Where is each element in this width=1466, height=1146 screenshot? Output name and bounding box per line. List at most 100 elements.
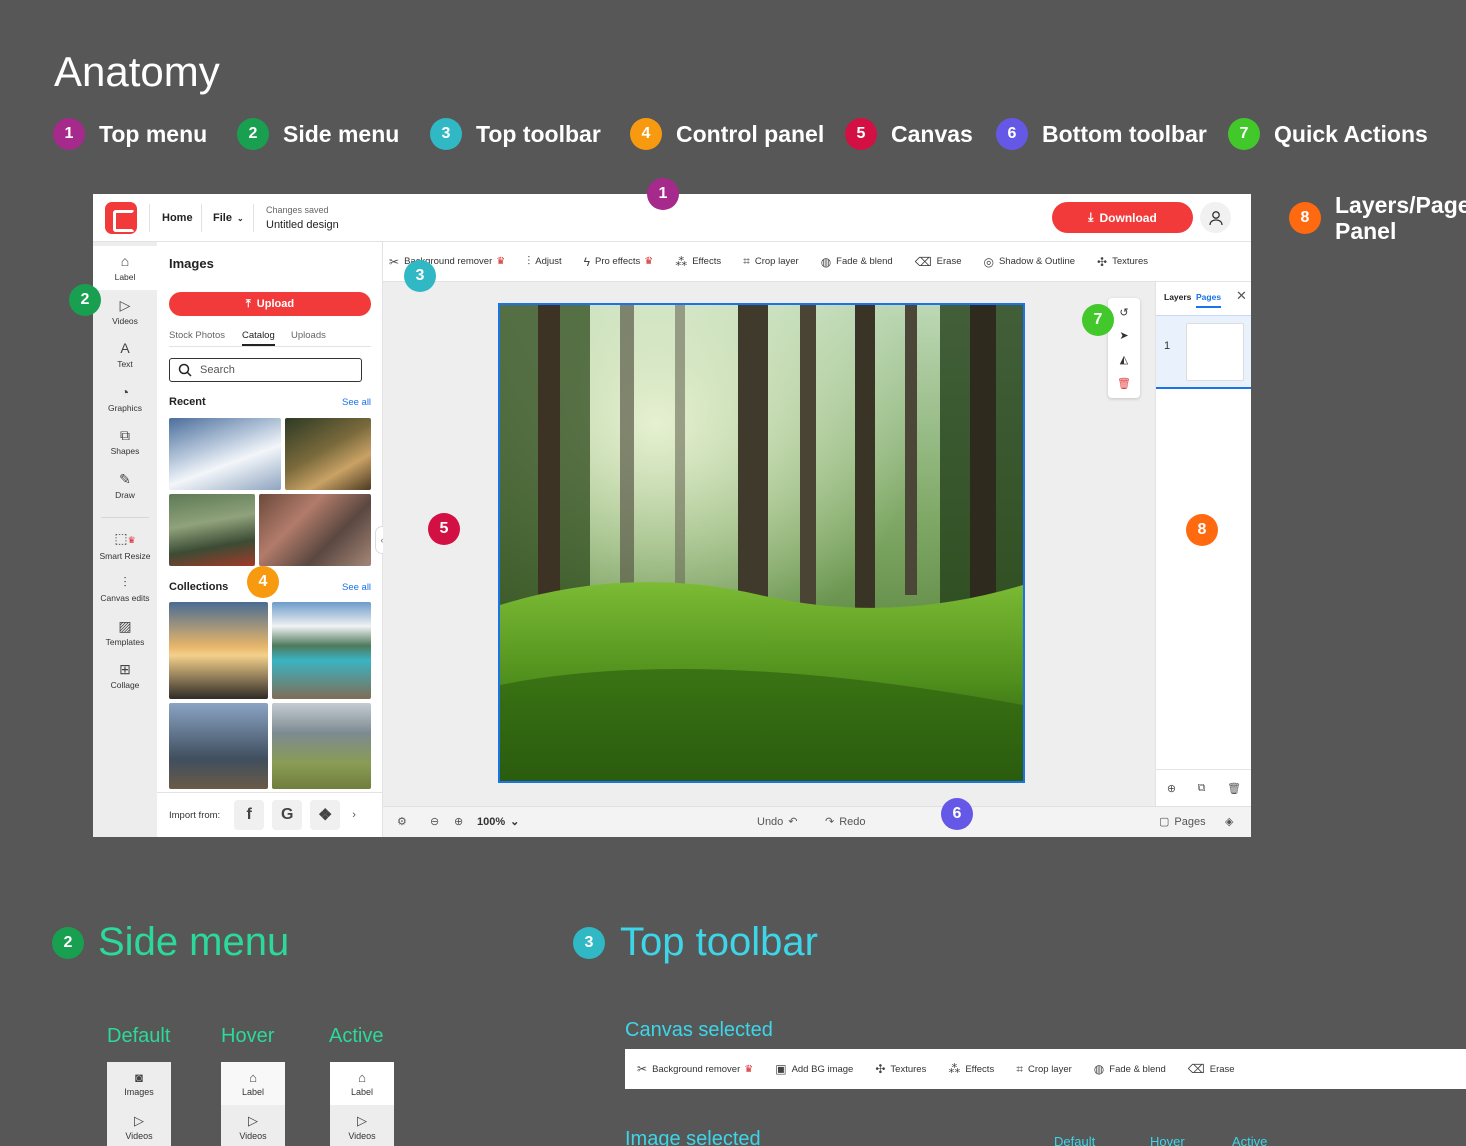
side-item-templates[interactable]: ▨ Templates [93, 611, 157, 655]
design-name[interactable]: Untitled design [266, 219, 339, 231]
upload-button[interactable]: ⤒ Upload [169, 292, 371, 316]
side-item-draw[interactable]: ✎ Draw [93, 464, 157, 508]
settings-icon[interactable]: ⚙ [397, 815, 407, 828]
side-item-videos[interactable]: ▷ Videos [93, 290, 157, 334]
recent-image[interactable] [259, 494, 371, 566]
tool-crop-layer[interactable]: ⌗ Crop layer [743, 254, 799, 269]
zoom-out-icon[interactable]: ⊖ [430, 815, 439, 828]
tool-label: Effects [692, 256, 722, 267]
side-item-graphics[interactable]: ◔ Graphics [93, 377, 157, 421]
badge-4: 4 [630, 118, 662, 150]
legend-label: Top toolbar [476, 120, 601, 147]
close-icon[interactable]: ✕ [1236, 288, 1247, 304]
canvas-image[interactable] [498, 303, 1025, 783]
tab-uploads[interactable]: Uploads [291, 330, 326, 341]
side-item-smart-resize[interactable]: ⬚♛ Smart Resize [93, 524, 157, 568]
tab-stock-photos[interactable]: Stock Photos [169, 330, 225, 341]
tool-label: Adjust [535, 256, 562, 267]
side-item-shapes[interactable]: ⧉ Shapes [93, 420, 157, 464]
tool-textures[interactable]: ✣ Textures [1097, 255, 1148, 269]
tab-layers[interactable]: Layers [1164, 292, 1191, 302]
send-icon[interactable]: ➤ [1108, 329, 1140, 342]
legend-label: Top menu [99, 120, 208, 147]
tool-adjust[interactable]: ⫶ Adjust [527, 254, 561, 269]
download-button[interactable]: ⤓ Download [1052, 202, 1193, 233]
search-input[interactable]: Search [169, 358, 362, 382]
callout-4: 4 [247, 566, 279, 598]
add-page-icon[interactable]: ⊕ [1167, 782, 1176, 795]
zoom-in-icon[interactable]: ⊕ [454, 815, 463, 828]
zoom-select[interactable]: 100% ⌄ [477, 815, 519, 829]
tool-erase[interactable]: ⌫ Erase [1188, 1062, 1235, 1076]
side-item-images[interactable]: ◙ Images [107, 1062, 171, 1105]
editor-mockup: Home File ⌄ Changes saved Untitled desig… [93, 194, 1251, 837]
tab-catalog[interactable]: Catalog [242, 330, 275, 346]
redo-button[interactable]: ↷ Redo [825, 815, 866, 829]
legend-control-panel: 4 Control panel [630, 117, 824, 151]
tool-fade-blend[interactable]: ◍ Fade & blend [821, 255, 893, 269]
tool-label: Shadow & Outline [998, 256, 1076, 267]
side-item-text[interactable]: A Text [93, 333, 157, 377]
recent-see-all-link[interactable]: See all [342, 397, 371, 408]
page-row[interactable]: 1 [1156, 315, 1251, 389]
side-item-label[interactable]: ⌂ Label [330, 1062, 394, 1105]
file-menu-button[interactable]: File ⌄ [213, 194, 244, 242]
home-button[interactable]: Home [162, 194, 193, 242]
recent-image[interactable] [169, 494, 255, 566]
chevron-right-icon[interactable]: › [352, 809, 356, 821]
toolbar-state-active-label: Active [1232, 1134, 1268, 1146]
upload-label: Upload [256, 298, 295, 310]
recent-image[interactable] [169, 418, 281, 490]
shadow-icon: ◎ [983, 254, 994, 269]
app-logo-icon[interactable] [105, 202, 137, 234]
collection-image[interactable] [272, 703, 371, 789]
dropbox-icon[interactable]: ❖ [310, 800, 341, 830]
tool-shadow-outline[interactable]: ◎ Shadow & Outline [983, 255, 1075, 269]
tool-textures[interactable]: ✣ Textures [875, 1062, 926, 1076]
tool-fade-blend[interactable]: ◍ Fade & blend [1094, 1062, 1166, 1076]
collection-image[interactable] [169, 703, 268, 789]
side-item-videos[interactable]: ▷ Videos [221, 1105, 285, 1146]
tool-effects[interactable]: ⁂ Effects [675, 255, 721, 269]
side-item-videos[interactable]: ▷ Videos [107, 1105, 171, 1146]
google-icon[interactable]: G [272, 800, 303, 830]
blend-icon: ◍ [1093, 1062, 1105, 1076]
tool-crop-layer[interactable]: ⌗ Crop layer [1016, 1062, 1072, 1077]
user-avatar[interactable] [1200, 202, 1231, 233]
duplicate-icon[interactable]: ⧉ [1198, 782, 1206, 795]
side-item-label[interactable]: ⌂ Label [221, 1062, 285, 1105]
tool-erase[interactable]: ⌫ Erase [915, 255, 962, 269]
tool-add-bg-image[interactable]: ▣ Add BG image [775, 1062, 853, 1076]
side-item-canvas-edits[interactable]: ⫶ Canvas edits [93, 567, 157, 611]
undo-button[interactable]: Undo ↶ [757, 815, 798, 829]
texture-icon: ✣ [875, 1062, 886, 1076]
section-title-top-toolbar: Top toolbar [620, 920, 818, 964]
collection-image[interactable] [169, 602, 268, 699]
side-item-text-label: Text [117, 359, 133, 369]
crown-icon: ♛ [744, 1063, 754, 1075]
collection-image[interactable] [272, 602, 371, 699]
tool-pro-effects[interactable]: ϟ Pro effects ♛ [584, 255, 654, 269]
home-icon: ⌂ [358, 1070, 366, 1085]
section-title-side-menu: Side menu [98, 920, 290, 964]
state-default-label: Default [107, 1025, 171, 1047]
layers-icon[interactable]: ◈ [1225, 815, 1233, 828]
trash-icon[interactable]: 🗑 [1108, 377, 1140, 390]
facebook-icon[interactable]: f [234, 800, 265, 830]
side-item-text: Collage [110, 680, 140, 690]
page-thumbnail[interactable] [1186, 323, 1244, 381]
side-item-collage[interactable]: ⊞ Collage [93, 654, 157, 698]
resize-icon: ⬚♛ [114, 530, 136, 546]
tab-pages[interactable]: Pages [1196, 292, 1222, 308]
recent-image[interactable] [285, 418, 371, 490]
tool-effects[interactable]: ⁂ Effects [948, 1062, 994, 1076]
delete-page-icon[interactable]: 🗑 [1227, 782, 1241, 795]
sliders-icon: ⫶ [527, 254, 531, 268]
side-item-videos[interactable]: ▷ Videos [330, 1105, 394, 1146]
crop-icon: ⌗ [743, 254, 750, 268]
tool-background-remover[interactable]: ✂ Background remover ♛ [637, 1062, 753, 1076]
pages-button[interactable]: ▢ Pages [1159, 815, 1206, 829]
side-item-label[interactable]: ⌂ Label [93, 246, 157, 290]
collections-see-all-link[interactable]: See all [342, 582, 371, 593]
flip-icon[interactable]: ◭ [1108, 353, 1140, 366]
